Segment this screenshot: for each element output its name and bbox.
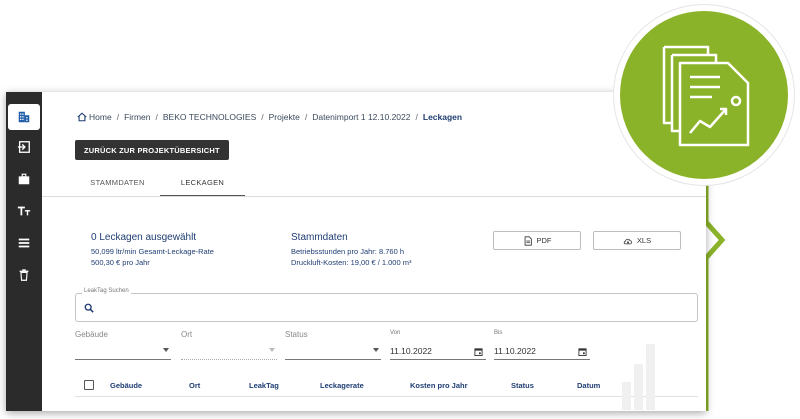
column-header-leaktag[interactable]: LeakTag xyxy=(249,381,279,390)
chevron-down-icon xyxy=(373,348,379,352)
cloud-download-icon xyxy=(623,238,632,244)
date-to-field[interactable]: Bis 11.10.2022 xyxy=(494,330,590,360)
sidebar-item-list[interactable] xyxy=(8,230,40,256)
location-filter-label: Ort xyxy=(181,330,193,339)
faint-bars-decoration xyxy=(622,344,655,410)
date-to-value: 11.10.2022 xyxy=(494,346,536,356)
leak-summary: 0 Leckagen ausgewählt 50,099 ltr/min Ges… xyxy=(91,232,214,268)
sidebar-item-trash[interactable] xyxy=(8,262,40,288)
date-to-label: Bis xyxy=(494,330,503,336)
breadcrumb-separator: / xyxy=(116,112,120,122)
search-icon xyxy=(84,303,94,313)
master-data-title: Stammdaten xyxy=(291,232,348,243)
breadcrumb-item-firmen[interactable]: Firmen xyxy=(124,112,150,122)
sidebar xyxy=(6,92,42,411)
home-icon xyxy=(77,112,87,122)
yearly-cost: 500,30 € pro Jahr xyxy=(91,258,150,267)
text-format-icon xyxy=(17,206,31,216)
date-from-label: Von xyxy=(390,330,401,336)
leak-table-header: Gebäude Ort LeakTag Leckagerate Kosten p… xyxy=(75,375,698,397)
date-from-field[interactable]: Von 11.10.2022 xyxy=(390,330,486,360)
export-xls-button[interactable]: XLS xyxy=(593,231,681,250)
date-from-value: 11.10.2022 xyxy=(390,346,432,356)
total-leak-rate: 50,099 ltr/min Gesamt-Leckage-Rate xyxy=(91,247,214,256)
sidebar-item-companies[interactable] xyxy=(8,104,40,130)
date-to-underline xyxy=(494,359,590,360)
building-filter-underline xyxy=(75,359,171,360)
date-from-underline xyxy=(390,359,486,360)
sidebar-item-text[interactable] xyxy=(8,198,40,224)
breadcrumb-separator: / xyxy=(304,112,308,122)
main-content: Home / Firmen / BEKO TECHNOLOGIES / Proj… xyxy=(42,92,706,411)
company-icon xyxy=(18,111,30,123)
building-filter-label: Gebäude xyxy=(75,330,108,339)
breadcrumb-current: Leckagen xyxy=(422,112,463,122)
building-filter-select[interactable]: Gebäude xyxy=(75,330,171,360)
column-header-ort[interactable]: Ort xyxy=(189,381,200,390)
leaktag-search-field[interactable]: LeakTag Suchen xyxy=(75,288,698,322)
calendar-icon[interactable] xyxy=(474,347,483,356)
sidebar-item-import[interactable] xyxy=(8,134,40,160)
app-window: Home / Firmen / BEKO TECHNOLOGIES / Proj… xyxy=(6,92,706,411)
breadcrumb-item-projekte[interactable]: Projekte xyxy=(269,112,300,122)
column-header-gebaeude[interactable]: Gebäude xyxy=(110,381,142,390)
export-pdf-button[interactable]: PDF xyxy=(493,231,581,250)
column-header-datum[interactable]: Datum xyxy=(577,381,600,390)
back-to-project-overview-button[interactable]: ZURÜCK ZUR PROJEKTÜBERSICHT xyxy=(75,140,229,160)
chevron-down-icon xyxy=(269,348,275,352)
status-filter-label: Status xyxy=(285,330,308,339)
export-xls-label: XLS xyxy=(636,236,652,245)
report-document-icon xyxy=(662,45,750,147)
select-all-checkbox[interactable] xyxy=(84,380,94,390)
briefcase-icon xyxy=(18,173,30,185)
tab-bar: STAMMDATEN LECKAGEN xyxy=(75,172,245,196)
compressed-air-cost: Druckluft-Kosten: 19,00 € / 1.000 m³ xyxy=(291,258,412,267)
report-badge xyxy=(614,5,794,185)
export-pdf-label: PDF xyxy=(536,236,552,245)
column-header-status[interactable]: Status xyxy=(511,381,534,390)
column-header-kosten[interactable]: Kosten pro Jahr xyxy=(410,381,468,390)
master-data-summary: Stammdaten Betriebsstunden pro Jahr: 8.7… xyxy=(291,232,411,268)
breadcrumb-home[interactable]: Home xyxy=(89,112,112,122)
status-filter-select[interactable]: Status xyxy=(285,330,381,360)
selected-leaks-count: 0 Leckagen ausgewählt xyxy=(91,232,197,243)
tab-divider xyxy=(42,196,706,197)
breadcrumb-item-company[interactable]: BEKO TECHNOLOGIES xyxy=(163,112,256,122)
location-filter-select[interactable]: Ort xyxy=(181,330,277,360)
tab-stammdaten[interactable]: STAMMDATEN xyxy=(75,172,160,196)
search-legend: LeakTag Suchen xyxy=(82,288,131,294)
tab-leckagen[interactable]: LECKAGEN xyxy=(160,172,245,196)
trash-icon xyxy=(19,269,29,281)
pdf-file-icon xyxy=(524,235,532,246)
chevron-down-icon xyxy=(163,348,169,352)
status-filter-underline xyxy=(285,359,381,360)
list-icon xyxy=(18,238,30,248)
breadcrumb-item-import[interactable]: Datenimport 1 12.10.2022 xyxy=(312,112,410,122)
location-filter-underline xyxy=(181,359,277,360)
breadcrumb-separator: / xyxy=(155,112,158,122)
column-header-leckagerate[interactable]: Leckagerate xyxy=(320,381,364,390)
calendar-icon[interactable] xyxy=(578,347,587,356)
operating-hours: Betriebsstunden pro Jahr: 8.760 h xyxy=(291,247,404,256)
breadcrumb-separator: / xyxy=(415,112,418,122)
breadcrumb: Home / Firmen / BEKO TECHNOLOGIES / Proj… xyxy=(77,112,462,122)
sidebar-item-projects[interactable] xyxy=(8,166,40,192)
breadcrumb-separator: / xyxy=(261,112,264,122)
import-icon xyxy=(17,141,30,153)
